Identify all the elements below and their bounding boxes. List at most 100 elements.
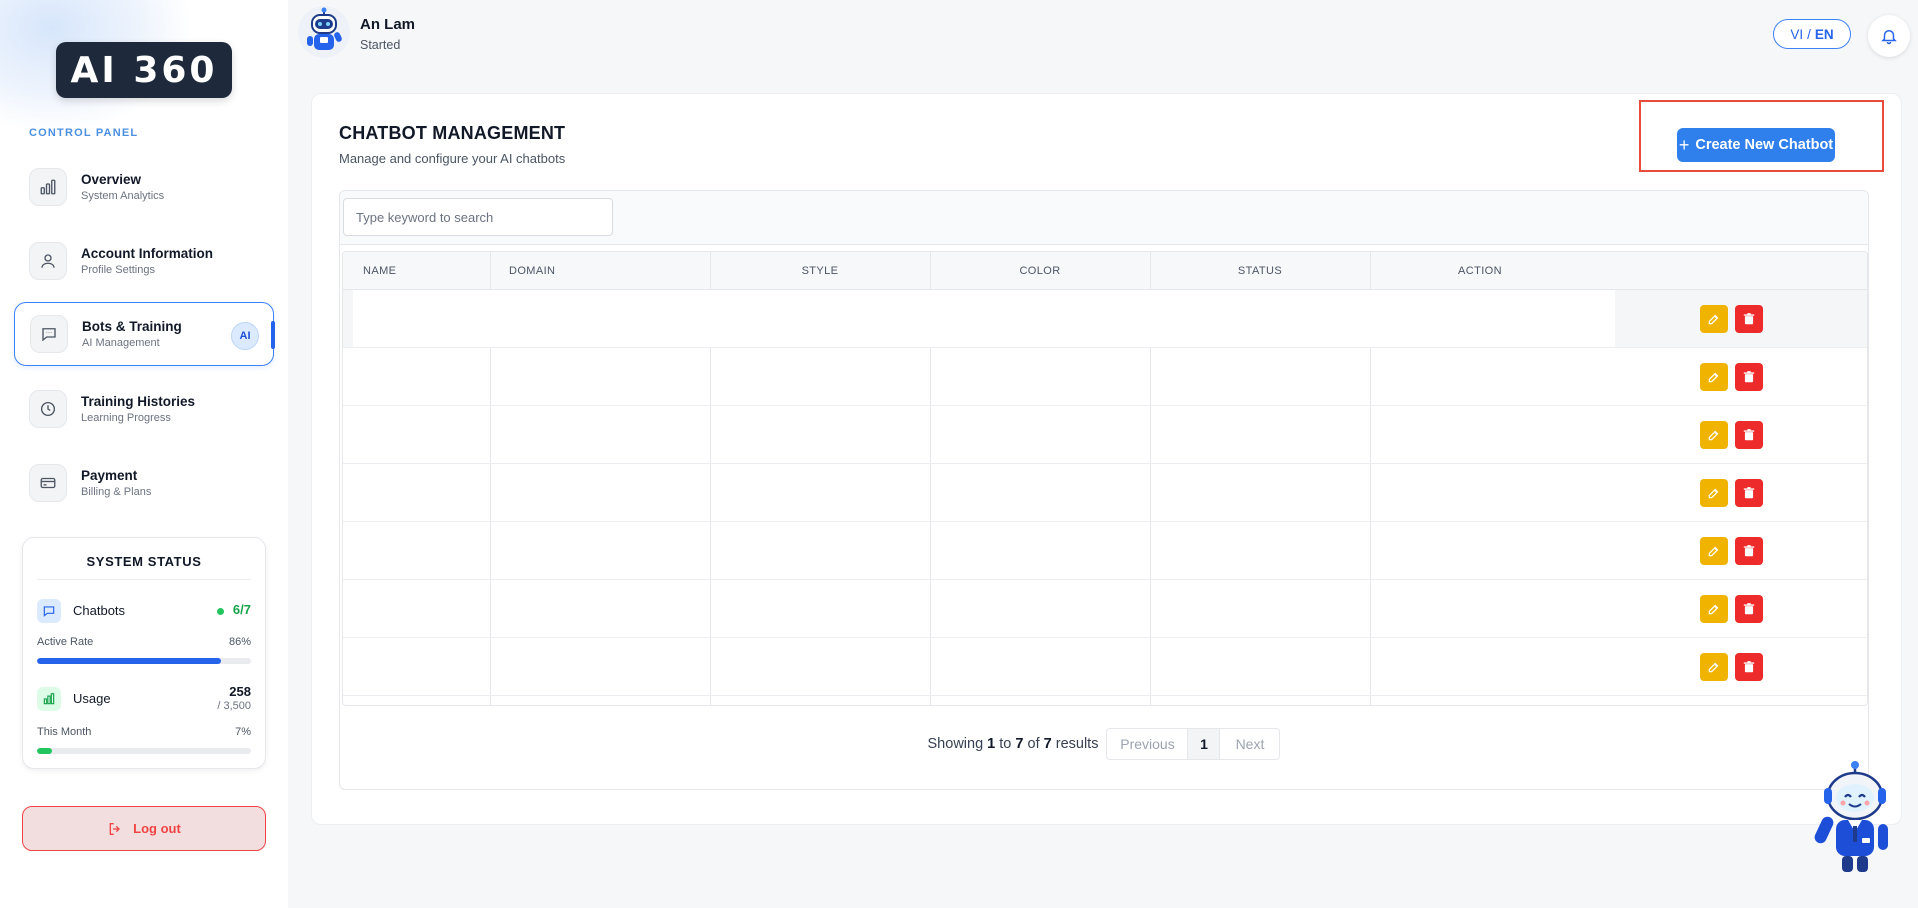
- chatbot-management-panel: CHATBOT MANAGEMENT Manage and configure …: [311, 93, 1902, 825]
- chatbot-table-container: NAME DOMAIN STYLE COLOR STATUS ACTION Sh…: [339, 190, 1869, 790]
- edit-icon: [1708, 430, 1719, 441]
- lang-vi[interactable]: VI: [1790, 27, 1803, 42]
- delete-button[interactable]: [1735, 653, 1763, 681]
- table-row: [343, 522, 1867, 580]
- chat-icon: [30, 315, 68, 353]
- clock-icon: [29, 390, 67, 428]
- active-indicator: [271, 321, 275, 349]
- trash-icon: [1743, 661, 1755, 673]
- results-from: 1: [987, 736, 996, 752]
- delete-button[interactable]: [1735, 479, 1763, 507]
- sidebar-item-title: Overview: [81, 172, 142, 187]
- edit-button[interactable]: [1700, 363, 1728, 391]
- column-action: ACTION: [1458, 265, 1502, 277]
- delete-button[interactable]: [1735, 421, 1763, 449]
- page-1-button[interactable]: 1: [1188, 728, 1221, 760]
- edit-button[interactable]: [1700, 479, 1728, 507]
- chatbot-table: NAME DOMAIN STYLE COLOR STATUS ACTION: [342, 251, 1868, 706]
- chat-icon: [37, 599, 61, 623]
- column-color[interactable]: COLOR: [930, 252, 1150, 290]
- next-page-button[interactable]: Next: [1220, 728, 1281, 760]
- edit-icon: [1708, 314, 1719, 325]
- usage-label: Usage: [73, 691, 111, 706]
- status-title: SYSTEM STATUS: [86, 554, 202, 569]
- robot-mascot-icon: [1814, 761, 1888, 872]
- app-logo[interactable]: AI 360: [56, 42, 232, 98]
- lang-en[interactable]: EN: [1815, 27, 1834, 42]
- delete-button[interactable]: [1735, 595, 1763, 623]
- search-bar: [340, 191, 1868, 245]
- sidebar-item-account[interactable]: Account Information Profile Settings: [14, 229, 274, 293]
- column-status[interactable]: STATUS: [1150, 252, 1370, 290]
- edit-button[interactable]: [1700, 537, 1728, 565]
- column-style[interactable]: STYLE: [710, 252, 930, 290]
- bell-icon: [1881, 30, 1897, 45]
- logout-icon: [109, 822, 121, 835]
- search-input[interactable]: [343, 198, 613, 236]
- table-row: [343, 464, 1867, 522]
- delete-button[interactable]: [1735, 537, 1763, 565]
- usage-fill: [37, 748, 52, 754]
- sidebar-item-training-histories[interactable]: Training Histories Learning Progress: [14, 377, 274, 441]
- logout-label: Log out: [133, 821, 181, 836]
- credit-card-icon: [29, 464, 67, 502]
- row-content-placeholder: [353, 290, 1615, 347]
- delete-button[interactable]: [1735, 363, 1763, 391]
- sidebar-item-title: Bots & Training: [82, 319, 182, 334]
- delete-button[interactable]: [1735, 305, 1763, 333]
- edit-button[interactable]: [1700, 421, 1728, 449]
- user-name: An Lam: [360, 16, 416, 33]
- edit-icon: [1708, 488, 1719, 499]
- bar-chart-icon: [37, 687, 61, 711]
- previous-page-button[interactable]: Previous: [1106, 728, 1189, 760]
- sidebar-item-overview[interactable]: Overview System Analytics: [14, 155, 274, 219]
- usage-limit: / 3,500: [217, 700, 251, 712]
- sidebar-item-subtitle: Learning Progress: [81, 412, 171, 424]
- edit-icon: [1708, 546, 1719, 557]
- sidebar-item-title: Training Histories: [81, 394, 196, 409]
- column-domain[interactable]: DOMAIN: [509, 252, 555, 290]
- create-chatbot-button[interactable]: + Create New Chatbot: [1677, 128, 1835, 162]
- trash-icon: [1743, 603, 1755, 615]
- logout-button[interactable]: Log out: [22, 806, 266, 851]
- to-word: to: [999, 736, 1012, 752]
- edit-button[interactable]: [1700, 595, 1728, 623]
- language-toggle[interactable]: VI / EN: [1773, 19, 1851, 49]
- usage-value: 258: [229, 684, 251, 699]
- edit-button[interactable]: [1700, 305, 1728, 333]
- results-word: results: [1055, 736, 1099, 752]
- column-name[interactable]: NAME: [363, 252, 396, 290]
- results-summary: Showing 1 to 7 of 7 results: [928, 736, 1099, 752]
- table-row: [343, 290, 1867, 348]
- assistant-mascot-button[interactable]: [1812, 760, 1898, 878]
- trash-icon: [1743, 371, 1755, 383]
- section-label: CONTROL PANEL: [29, 127, 139, 139]
- robot-avatar-icon: [307, 7, 342, 50]
- usage-bar: [37, 748, 251, 754]
- chatbots-count: 6/7: [232, 602, 251, 617]
- table-header: NAME DOMAIN STYLE COLOR STATUS ACTION: [343, 252, 1867, 290]
- notification-button[interactable]: [1868, 15, 1910, 57]
- active-rate-fill: [37, 658, 222, 664]
- of-word: of: [1027, 736, 1040, 752]
- sidebar-item-subtitle: AI Management: [82, 337, 160, 349]
- table-row: [343, 580, 1867, 638]
- trash-icon: [1743, 487, 1755, 499]
- pagination: Showing 1 to 7 of 7 results Previous 1 N…: [340, 724, 1868, 764]
- plus-icon: +: [1678, 134, 1690, 155]
- sidebar-item-payment[interactable]: Payment Billing & Plans: [14, 451, 274, 515]
- avatar[interactable]: [298, 6, 350, 58]
- trash-icon: [1743, 429, 1755, 441]
- edit-button[interactable]: [1700, 653, 1728, 681]
- results-total: 7: [1043, 736, 1052, 752]
- table-row: [343, 638, 1867, 696]
- active-rate-label: Active Rate: [37, 636, 94, 648]
- divider: [37, 579, 251, 580]
- sidebar: AI 360 CONTROL PANEL Overview System Ana…: [0, 0, 288, 908]
- trash-icon: [1743, 313, 1755, 325]
- sidebar-item-bots-training[interactable]: Bots & Training AI Management AI: [14, 302, 275, 366]
- page-subtitle: Manage and configure your AI chatbots: [339, 151, 566, 166]
- sidebar-item-title: Payment: [81, 468, 138, 483]
- sidebar-item-subtitle: System Analytics: [81, 190, 165, 202]
- ai-badge: AI: [231, 322, 259, 350]
